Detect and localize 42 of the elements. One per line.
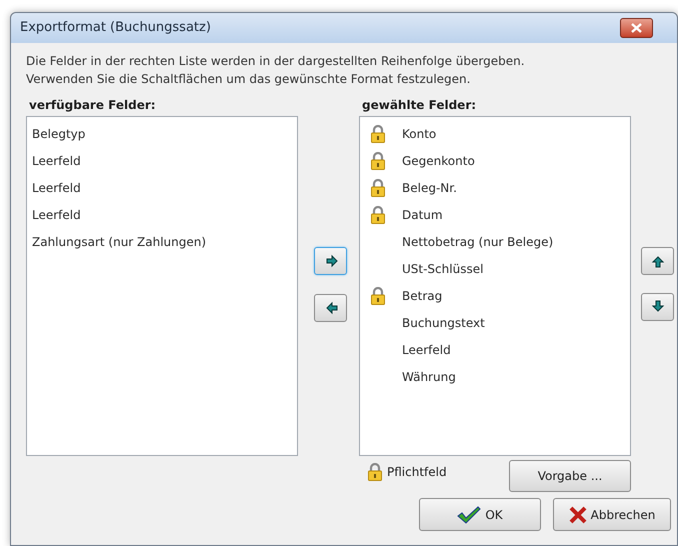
- list-item[interactable]: USt-Schlüssel: [402, 260, 484, 278]
- lock-icon: [367, 463, 383, 481]
- lock-icon: [370, 152, 386, 170]
- cancel-button[interactable]: Abbrechen: [553, 498, 671, 531]
- list-item[interactable]: Belegtyp: [32, 124, 86, 142]
- add-field-button[interactable]: [314, 247, 347, 275]
- default-button[interactable]: Vorgabe ...: [509, 460, 631, 492]
- lock-icon: [370, 206, 386, 224]
- move-down-button[interactable]: [641, 293, 674, 321]
- list-item[interactable]: Datum: [402, 206, 443, 224]
- list-item[interactable]: Konto: [402, 124, 436, 142]
- description-text: Verwenden Sie die Schaltflächen um das gewünschte Format festzulegen.: [26, 71, 472, 88]
- arrow-down-icon: [650, 300, 664, 314]
- list-item[interactable]: Betrag: [402, 286, 442, 304]
- list-item[interactable]: Beleg-Nr.: [402, 178, 457, 196]
- arrow-left-icon: [324, 301, 338, 315]
- list-item[interactable]: Leerfeld: [402, 340, 451, 358]
- lock-icon: [370, 286, 386, 304]
- checkmark-icon: [457, 506, 482, 524]
- list-item[interactable]: Leerfeld: [32, 152, 81, 170]
- arrow-up-icon: [650, 254, 664, 268]
- list-item[interactable]: Zahlungsart (nur Zahlungen): [32, 232, 206, 250]
- description-text: Die Felder in der rechten Liste werden in der dargestellten Reihenfolge übergeben.: [26, 53, 526, 70]
- list-label: verfügbare Felder:: [28, 97, 157, 114]
- move-up-button[interactable]: [641, 247, 674, 275]
- list-item[interactable]: Gegenkonto: [402, 152, 475, 170]
- window-title: Exportformat (Buchungssatz): [20, 19, 211, 38]
- close-button[interactable]: [620, 18, 653, 38]
- lock-icon: [370, 124, 386, 142]
- list-item[interactable]: Leerfeld: [32, 178, 81, 196]
- arrow-right-icon: [324, 254, 338, 268]
- close-icon: [631, 23, 642, 33]
- list-item[interactable]: Währung: [402, 368, 456, 386]
- lock-icon: [370, 178, 386, 196]
- cross-icon: [568, 506, 587, 524]
- list-item[interactable]: Nettobetrag (nur Belege): [402, 232, 554, 250]
- ok-button[interactable]: OK: [419, 498, 541, 531]
- legend-text: Pflichtfeld: [387, 464, 447, 481]
- list-item[interactable]: Buchungstext: [402, 314, 485, 332]
- remove-field-button[interactable]: [314, 294, 347, 322]
- list-label: gewählte Felder:: [361, 97, 478, 114]
- list-item[interactable]: Leerfeld: [32, 206, 81, 224]
